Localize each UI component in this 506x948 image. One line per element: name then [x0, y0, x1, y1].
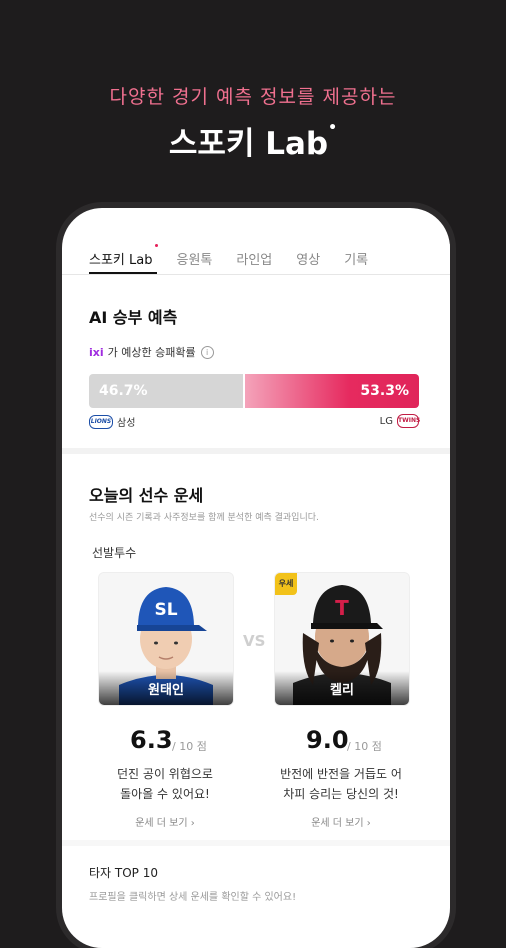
samsung-lions-logo: LIONS — [89, 414, 113, 429]
score-max: / 10 점 — [172, 740, 207, 753]
tab-cheer-talk[interactable]: 응원톡 — [176, 249, 212, 268]
section-divider — [62, 448, 450, 454]
tab-bar: 스포키 Lab 응원톡 라인업 영상 기록 — [89, 243, 430, 272]
tab-fade — [410, 244, 450, 272]
fortune-comment-line: 돌아올 수 있어요! — [120, 787, 210, 801]
batter-top10-subtitle: 프로필을 클릭하면 상세 운세를 확인할 수 있어요! — [89, 892, 297, 903]
fortune-description: 선수의 시즌 기록과 사주정보를 함께 분석한 예측 결과입니다. — [89, 513, 319, 523]
promo-title-dot: • — [328, 120, 338, 136]
starting-pitcher-label: 선발투수 — [92, 546, 137, 560]
promo-title: 스포키 Lab• — [0, 118, 506, 163]
ixi-logo: ixi — [89, 345, 104, 359]
fortune-comment-line: 반전에 반전을 거듭도 어 — [280, 767, 402, 781]
promo-title-text: 스포키 Lab — [168, 126, 329, 162]
svg-text:SL: SL — [154, 600, 177, 620]
info-icon[interactable]: i — [200, 345, 214, 359]
tab-spokey-lab[interactable]: 스포키 Lab — [89, 243, 159, 268]
tab-divider — [62, 274, 450, 275]
home-team-name: 삼성 — [117, 418, 136, 429]
svg-text:T: T — [335, 596, 349, 620]
phone-screen: 스포키 Lab 응원톡 라인업 영상 기록 AI 승부 예측 ixi 가 예상한… — [62, 208, 450, 948]
section-divider — [62, 840, 450, 846]
lg-twins-logo: TWINS — [397, 414, 420, 428]
tab-video[interactable]: 영상 — [296, 249, 320, 268]
fortune-comment-line: 차피 승리는 당신의 것! — [283, 787, 399, 801]
player-score: 9.0 — [306, 726, 349, 754]
new-dot-icon — [155, 243, 159, 247]
fortune-title: 오늘의 선수 운세 — [89, 486, 204, 505]
away-probability: 53.3% — [245, 374, 419, 408]
ai-prediction-title: AI 승부 예측 — [89, 308, 178, 327]
batter-top10-title: 타자 TOP 10 — [89, 866, 158, 880]
win-probability-bar: 46.7% 53.3% — [89, 374, 419, 408]
prediction-caption-text: 가 예상한 승패확률 — [107, 346, 196, 359]
more-fortune-link[interactable]: 운세 더 보기 › — [80, 814, 250, 829]
prediction-caption: ixi 가 예상한 승패확률 i — [89, 344, 214, 360]
tab-lineup[interactable]: 라인업 — [236, 249, 272, 268]
home-probability: 46.7% — [89, 374, 244, 408]
more-fortune-link[interactable]: 운세 더 보기 › — [256, 814, 426, 829]
away-team: LG TWINS — [379, 414, 420, 428]
fortune-comment: 던진 공이 위협으로 돌아올 수 있어요! — [80, 764, 250, 804]
player-name: 켈리 — [275, 671, 409, 705]
fortune-comment: 반전에 반전을 거듭도 어 차피 승리는 당신의 것! — [256, 764, 426, 804]
advantage-badge: 우세 — [275, 573, 297, 595]
player-card-kelly[interactable]: T 우세 켈리 — [274, 572, 410, 706]
player-score: 6.3 — [130, 726, 173, 754]
promo-subtitle: 다양한 경기 예측 정보를 제공하는 — [109, 86, 397, 108]
fortune-comment-line: 던진 공이 위협으로 — [117, 767, 213, 781]
away-team-name: LG — [379, 415, 393, 427]
player-card-won-taein[interactable]: SL 원태인 — [98, 572, 234, 706]
tab-label: 스포키 Lab — [89, 252, 153, 268]
tab-records[interactable]: 기록 — [344, 249, 368, 268]
vs-label: VS — [243, 632, 266, 650]
score-max: / 10 점 — [347, 740, 382, 753]
home-team: LIONS 삼성 — [89, 414, 135, 429]
player-name: 원태인 — [99, 671, 233, 705]
